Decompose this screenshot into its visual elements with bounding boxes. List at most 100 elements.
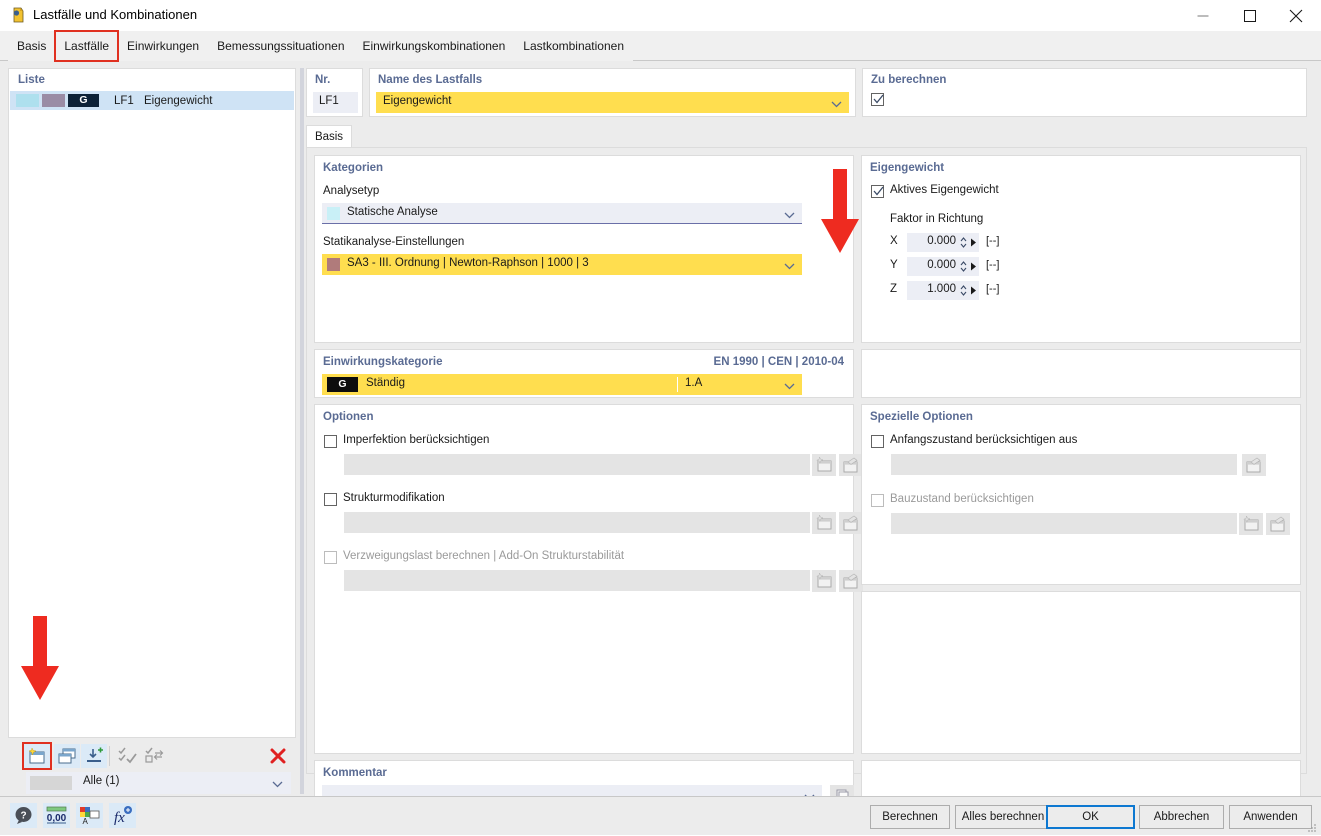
svg-text:A: A bbox=[83, 817, 89, 826]
new-verzweigungslast-button[interactable] bbox=[812, 570, 836, 592]
bauzustand-checkbox[interactable] bbox=[871, 494, 884, 507]
panel-splitter[interactable] bbox=[300, 68, 304, 794]
factor-z-input[interactable]: 1.000 bbox=[907, 281, 979, 300]
edit-strukturmodifikation-button[interactable] bbox=[839, 512, 863, 534]
einwirkungskategorie-header: Einwirkungskategorie bbox=[323, 356, 443, 368]
tab-lastkombinationen[interactable]: Lastkombinationen bbox=[514, 31, 633, 61]
imperfektion-field[interactable] bbox=[344, 454, 810, 475]
right-spacer-card bbox=[861, 591, 1301, 754]
svg-text:0,00: 0,00 bbox=[47, 813, 67, 824]
kategorien-card: Kategorien Analysetyp Statische Analyse … bbox=[314, 155, 854, 343]
chevron-down-icon bbox=[784, 379, 795, 393]
svg-text:fx: fx bbox=[114, 810, 125, 826]
verzweigungslast-label: Verzweigungslast berechnen | Add-On Stru… bbox=[343, 550, 624, 562]
edit-bauzustand-button[interactable] bbox=[1266, 513, 1290, 535]
load-case-list[interactable]: G LF1 Eigengewicht bbox=[10, 91, 294, 731]
optionen-header: Optionen bbox=[323, 411, 373, 423]
new-bauzustand-button[interactable] bbox=[1239, 513, 1263, 535]
factor-x-input[interactable]: 0.000 bbox=[907, 233, 979, 252]
invert-selection-button[interactable] bbox=[141, 744, 167, 768]
minimize-button[interactable] bbox=[1180, 0, 1226, 31]
window-title: Lastfälle und Kombinationen bbox=[33, 7, 197, 22]
basis-pane: Kategorien Analysetyp Statische Analyse … bbox=[306, 147, 1307, 774]
tab-basis[interactable]: Basis bbox=[8, 31, 55, 61]
decimal-places-button[interactable]: 0,00 bbox=[43, 803, 70, 828]
verzweigungslast-field[interactable] bbox=[344, 570, 810, 591]
category-badge: G bbox=[327, 377, 358, 392]
einwirkungskategorie-combo[interactable]: G Ständig 1.A bbox=[322, 374, 802, 395]
factor-z-value: 1.000 bbox=[927, 283, 956, 295]
abbrechen-button[interactable]: Abbrechen bbox=[1139, 805, 1224, 829]
anfangszustand-checkbox[interactable] bbox=[871, 435, 884, 448]
maximize-button[interactable] bbox=[1227, 0, 1273, 31]
delete-load-case-button[interactable] bbox=[266, 744, 290, 768]
toolbar-separator bbox=[109, 746, 110, 766]
to-calculate-checkbox[interactable] bbox=[871, 93, 884, 106]
tab-einwirkungen[interactable]: Einwirkungen bbox=[118, 31, 208, 61]
import-load-case-button[interactable] bbox=[81, 744, 107, 768]
new-imperfektion-button[interactable] bbox=[812, 454, 836, 476]
anfangszustand-field[interactable] bbox=[891, 454, 1237, 475]
number-field[interactable]: LF1 bbox=[313, 92, 358, 113]
resize-grip[interactable] bbox=[1307, 822, 1317, 832]
imperfektion-checkbox[interactable] bbox=[324, 435, 337, 448]
statikanalyse-combo[interactable]: SA3 - III. Ordnung | Newton-Raphson | 10… bbox=[322, 254, 802, 275]
new-load-case-button[interactable] bbox=[24, 744, 50, 768]
alles-berechnen-button[interactable]: Alles berechnen bbox=[955, 805, 1051, 829]
formula-button[interactable]: fx bbox=[109, 803, 136, 828]
faktor-richtung-label: Faktor in Richtung bbox=[890, 213, 983, 225]
dialog-body: Liste G LF1 Eigengewicht bbox=[0, 61, 1321, 796]
eigengewicht-card: Eigengewicht Aktives Eigengewicht Faktor… bbox=[861, 155, 1301, 343]
tab-einwirkungskombinationen[interactable]: Einwirkungskombinationen bbox=[354, 31, 515, 61]
close-button[interactable] bbox=[1273, 0, 1319, 31]
strukturmodifikation-label: Strukturmodifikation bbox=[343, 492, 445, 504]
inner-tab-bar: Basis bbox=[306, 125, 1307, 148]
eigengewicht-header: Eigengewicht bbox=[870, 162, 944, 174]
analysetyp-combo[interactable]: Statische Analyse bbox=[322, 203, 802, 224]
verzweigungslast-checkbox[interactable] bbox=[324, 551, 337, 564]
list-item-name: Eigengewicht bbox=[144, 95, 212, 107]
chevron-down-icon bbox=[831, 97, 842, 111]
kommentar-header: Kommentar bbox=[323, 767, 387, 779]
help-button[interactable]: ? bbox=[10, 803, 37, 828]
factor-y-input[interactable]: 0.000 bbox=[907, 257, 979, 276]
anwenden-button[interactable]: Anwenden bbox=[1229, 805, 1312, 829]
aktives-eigengewicht-checkbox[interactable] bbox=[871, 185, 884, 198]
main-tab-bar: BasisLastfälleEinwirkungenBemessungssitu… bbox=[0, 31, 1321, 61]
display-properties-button[interactable]: A bbox=[76, 803, 103, 828]
berechnen-button[interactable]: Berechnen bbox=[870, 805, 950, 829]
new-strukturmodifikation-button[interactable] bbox=[812, 512, 836, 534]
edit-imperfektion-button[interactable] bbox=[839, 454, 863, 476]
tab-bemessungssituationen[interactable]: Bemessungssituationen bbox=[208, 31, 353, 61]
bauzustand-field[interactable] bbox=[891, 513, 1237, 534]
factor-y-unit: [--] bbox=[986, 259, 999, 271]
color-swatch-2 bbox=[42, 94, 65, 107]
bauzustand-label: Bauzustand berücksichtigen bbox=[890, 493, 1034, 505]
list-item[interactable]: G LF1 Eigengewicht bbox=[10, 91, 294, 110]
ok-button[interactable]: OK bbox=[1046, 805, 1135, 829]
tab-basis[interactable]: Basis bbox=[306, 125, 352, 148]
einwirkungskategorie-code: 1.A bbox=[685, 377, 702, 389]
number-panel: Nr. LF1 bbox=[306, 68, 363, 117]
chevron-down-icon bbox=[784, 259, 795, 273]
analysetyp-label: Analysetyp bbox=[323, 185, 379, 197]
statikanalyse-label: Statikanalyse-Einstellungen bbox=[323, 236, 464, 248]
edit-verzweigungslast-button[interactable] bbox=[839, 570, 863, 592]
strukturmodifikation-checkbox[interactable] bbox=[324, 493, 337, 506]
select-all-button[interactable] bbox=[114, 744, 140, 768]
edit-anfangszustand-button[interactable] bbox=[1242, 454, 1266, 476]
list-filter-label: Alle (1) bbox=[83, 775, 119, 787]
statikanalyse-value: SA3 - III. Ordnung | Newton-Raphson | 10… bbox=[347, 257, 589, 269]
list-header: Liste bbox=[18, 74, 45, 86]
strukturmodifikation-field[interactable] bbox=[344, 512, 810, 533]
spezielle-optionen-card: Spezielle Optionen Anfangszustand berück… bbox=[861, 404, 1301, 585]
load-case-name-combo[interactable]: Eigengewicht bbox=[376, 92, 849, 113]
spezielle-optionen-header: Spezielle Optionen bbox=[870, 411, 973, 423]
factor-y-value: 0.000 bbox=[927, 259, 956, 271]
tab-lastf-lle[interactable]: Lastfälle bbox=[55, 31, 118, 61]
to-calculate-panel: Zu berechnen bbox=[862, 68, 1307, 117]
statikanalyse-color-chip bbox=[327, 258, 340, 271]
copy-load-case-button[interactable] bbox=[54, 744, 80, 768]
factor-z-unit: [--] bbox=[986, 283, 999, 295]
list-filter-combo[interactable]: Alle (1) bbox=[26, 772, 291, 794]
